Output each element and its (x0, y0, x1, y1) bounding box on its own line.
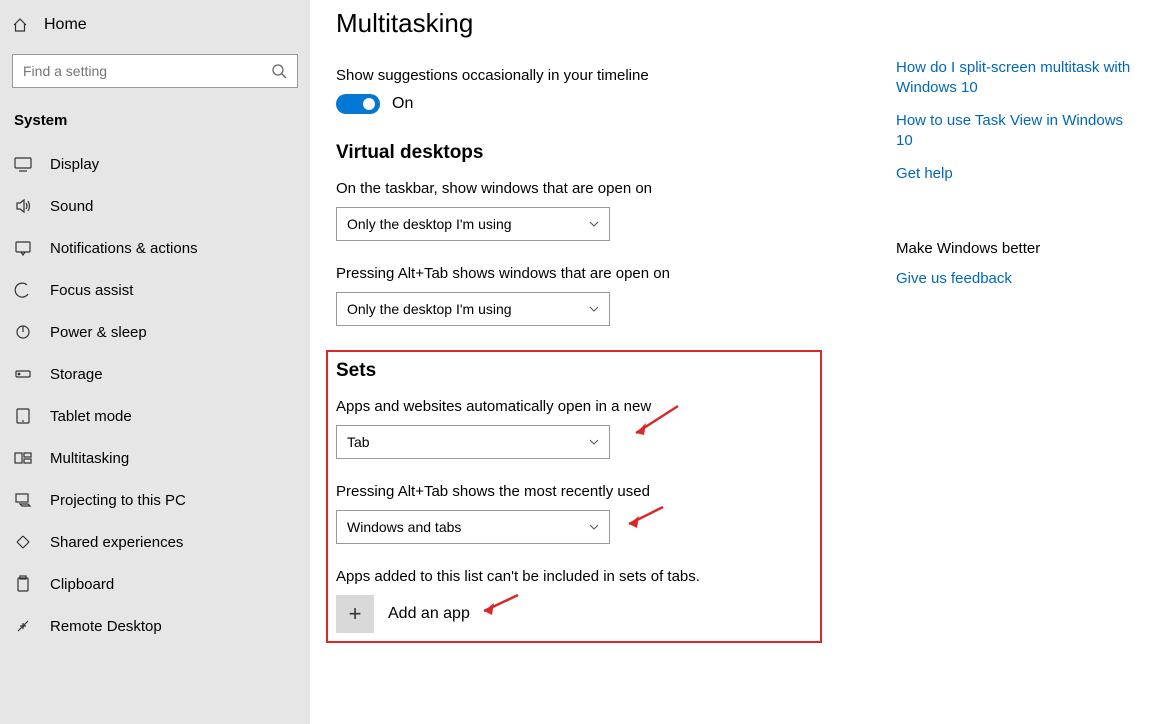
select-value: Windows and tabs (347, 519, 461, 535)
sidebar-item-multitasking[interactable]: Multitasking (0, 437, 310, 479)
sidebar-item-label: Clipboard (50, 576, 114, 593)
help-link[interactable]: How do I split-screen multitask with Win… (896, 58, 1136, 97)
timeline-toggle-row: On (336, 94, 836, 114)
chevron-down-icon (589, 437, 599, 447)
timeline-toggle[interactable] (336, 94, 380, 114)
category-label: System (0, 108, 310, 143)
sets-highlight-box: Sets Apps and websites automatically ope… (326, 350, 822, 643)
select-value: Only the desktop I'm using (347, 301, 512, 317)
vd-alttab-select[interactable]: Only the desktop I'm using (336, 292, 610, 326)
annotation-arrow-icon (476, 591, 526, 619)
multitasking-icon (14, 449, 32, 467)
sidebar-item-remote-desktop[interactable]: Remote Desktop (0, 605, 310, 647)
sidebar-item-label: Tablet mode (50, 408, 132, 425)
sets-alttab-select[interactable]: Windows and tabs (336, 510, 610, 544)
chevron-down-icon (589, 304, 599, 314)
sidebar-item-label: Focus assist (50, 282, 133, 299)
projecting-icon (14, 491, 32, 509)
sets-alttab-label: Pressing Alt+Tab shows the most recently… (336, 483, 812, 500)
sets-open-label: Apps and websites automatically open in … (336, 398, 812, 415)
main: Multitasking Show suggestions occasional… (310, 0, 1156, 724)
sets-heading: Sets (336, 360, 812, 382)
sidebar-item-clipboard[interactable]: Clipboard (0, 563, 310, 605)
sidebar-item-label: Notifications & actions (50, 240, 198, 257)
sidebar-item-label: Shared experiences (50, 534, 183, 551)
sets-exclude-label: Apps added to this list can't be include… (336, 568, 812, 585)
sidebar-item-label: Projecting to this PC (50, 492, 186, 509)
virtual-desktops-heading: Virtual desktops (336, 142, 836, 164)
remote-desktop-icon (14, 617, 32, 635)
timeline-suggestions-label: Show suggestions occasionally in your ti… (336, 67, 836, 84)
home-icon (12, 17, 28, 33)
chevron-down-icon (589, 522, 599, 532)
vd-taskbar-select[interactable]: Only the desktop I'm using (336, 207, 610, 241)
vd-taskbar-label: On the taskbar, show windows that are op… (336, 180, 836, 197)
home-link[interactable]: Home (0, 8, 310, 42)
sidebar-item-label: Multitasking (50, 450, 129, 467)
search-icon (271, 63, 287, 79)
select-value: Only the desktop I'm using (347, 216, 512, 232)
page-title: Multitasking (336, 8, 836, 39)
sidebar-item-shared-experiences[interactable]: Shared experiences (0, 521, 310, 563)
sidebar-item-label: Power & sleep (50, 324, 147, 341)
sidebar-item-display[interactable]: Display (0, 143, 310, 185)
power-icon (14, 323, 32, 341)
annotation-arrow-icon (621, 502, 671, 532)
add-app-button[interactable]: + (336, 595, 374, 633)
sidebar-item-projecting[interactable]: Projecting to this PC (0, 479, 310, 521)
toggle-state-label: On (392, 95, 413, 113)
chevron-down-icon (589, 219, 599, 229)
sidebar-item-label: Storage (50, 366, 103, 383)
help-link[interactable]: How to use Task View in Windows 10 (896, 111, 1136, 150)
sidebar-item-label: Remote Desktop (50, 618, 162, 635)
tablet-icon (14, 407, 32, 425)
add-app-label: Add an app (388, 605, 470, 623)
clipboard-icon (14, 575, 32, 593)
right-rail: How do I split-screen multitask with Win… (896, 8, 1136, 704)
notifications-icon (14, 239, 32, 257)
sidebar-item-tablet-mode[interactable]: Tablet mode (0, 395, 310, 437)
home-label: Home (44, 16, 87, 34)
sidebar-item-notifications[interactable]: Notifications & actions (0, 227, 310, 269)
storage-icon (14, 365, 32, 383)
sidebar-item-label: Display (50, 156, 99, 173)
sidebar-item-sound[interactable]: Sound (0, 185, 310, 227)
sound-icon (14, 197, 32, 215)
sidebar-item-storage[interactable]: Storage (0, 353, 310, 395)
feedback-link[interactable]: Give us feedback (896, 269, 1136, 289)
sidebar: Home System Display Sound Notifications … (0, 0, 310, 724)
content-column: Multitasking Show suggestions occasional… (336, 8, 836, 704)
sidebar-item-label: Sound (50, 198, 93, 215)
search-box[interactable] (12, 54, 298, 88)
focus-assist-icon (14, 281, 32, 299)
sidebar-item-power-sleep[interactable]: Power & sleep (0, 311, 310, 353)
sidebar-item-focus-assist[interactable]: Focus assist (0, 269, 310, 311)
feedback-heading: Make Windows better (896, 240, 1136, 257)
sets-open-select[interactable]: Tab (336, 425, 610, 459)
shared-experiences-icon (14, 533, 32, 551)
vd-alttab-label: Pressing Alt+Tab shows windows that are … (336, 265, 836, 282)
plus-icon: + (349, 601, 362, 627)
display-icon (14, 155, 32, 173)
search-input[interactable] (23, 63, 271, 79)
select-value: Tab (347, 434, 370, 450)
help-link[interactable]: Get help (896, 164, 1136, 184)
